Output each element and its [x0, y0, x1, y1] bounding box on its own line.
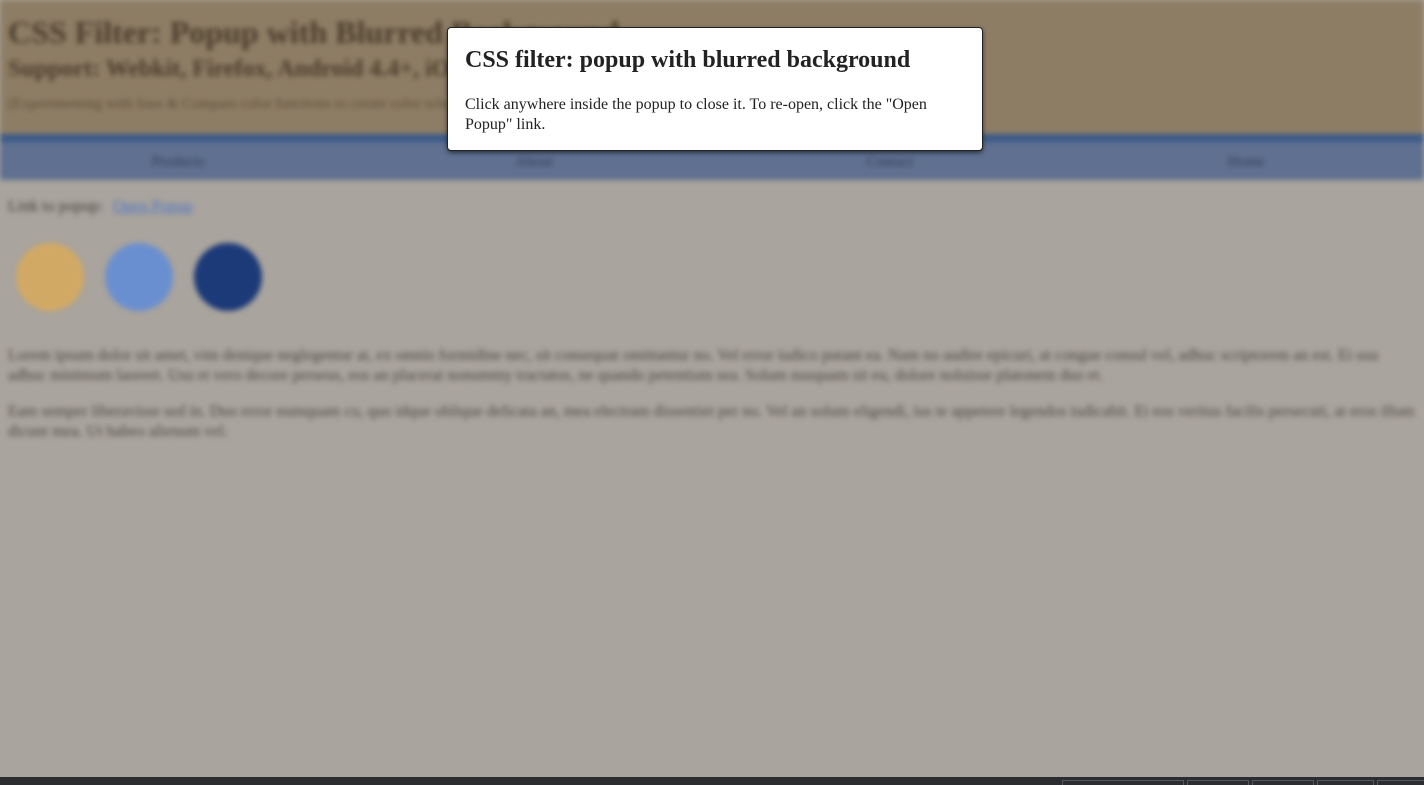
color-swatch-dark-blue: [194, 243, 262, 311]
popup-title: CSS filter: popup with blurred backgroun…: [465, 47, 911, 73]
page: CSS Filter: Popup with Blurred Backgroun…: [0, 0, 1424, 785]
color-swatch-gold: [16, 243, 84, 311]
bottom-bar-button[interactable]: [1377, 780, 1424, 785]
nav-item-home[interactable]: Home: [1068, 142, 1424, 180]
bottom-bar-button[interactable]: [1252, 780, 1314, 785]
open-popup-link[interactable]: Open Popup: [113, 198, 193, 215]
bottom-bar-button[interactable]: [1187, 780, 1249, 785]
color-swatch-light-blue: [105, 243, 173, 311]
body-paragraph-2: Eam semper liberavisse sed in. Duo error…: [8, 403, 1415, 440]
popup-body: Click anywhere inside the popup to close…: [465, 96, 927, 133]
body-paragraph-1: Lorem ipsum dolor sit amet, vim denique …: [8, 347, 1379, 384]
popup-dialog[interactable]: CSS filter: popup with blurred backgroun…: [447, 27, 983, 151]
page-description: (Experimenting with Sass & Compass color…: [8, 96, 481, 112]
bottom-bar-button[interactable]: [1062, 780, 1184, 785]
popup-link-label: Link to popup:: [8, 198, 104, 215]
bottom-bar-button[interactable]: [1317, 780, 1374, 785]
popup-link-row: Link to popup: Open Popup: [8, 198, 193, 216]
nav-item-products[interactable]: Products: [0, 142, 356, 180]
